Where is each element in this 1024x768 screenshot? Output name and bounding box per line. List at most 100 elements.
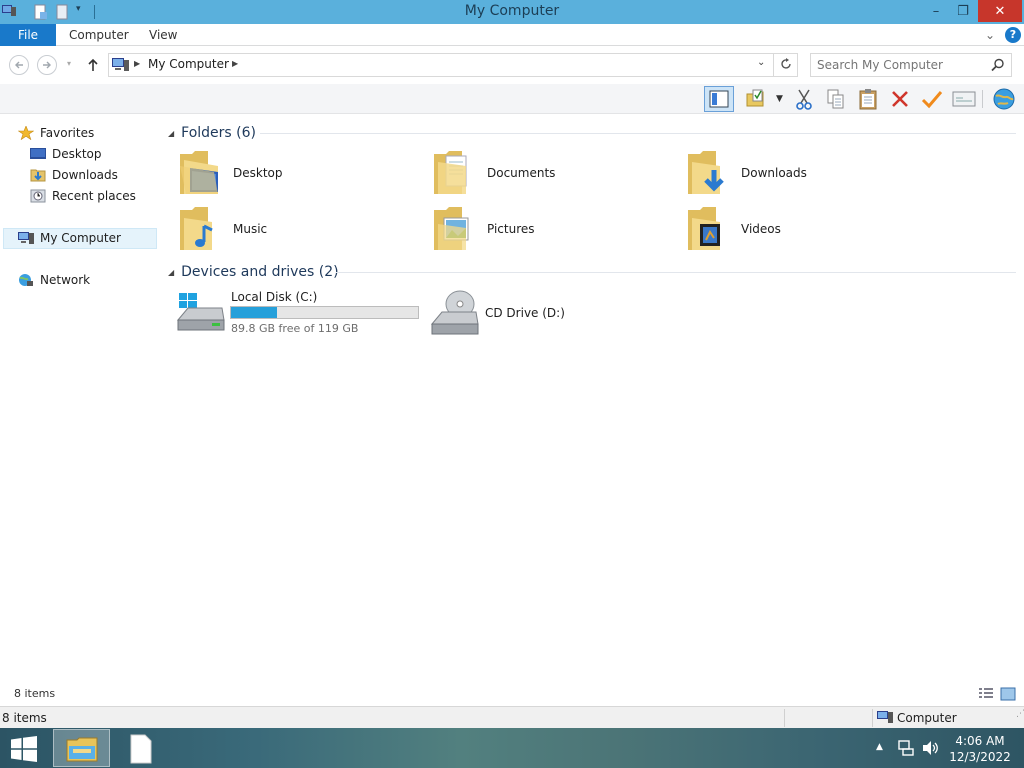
group-header-label: Folders (6): [181, 125, 256, 141]
start-button[interactable]: [6, 734, 42, 764]
refresh-icon[interactable]: [779, 57, 793, 74]
preview-pane-button[interactable]: [704, 86, 734, 112]
network-tray-icon[interactable]: [897, 739, 915, 760]
clock[interactable]: 4:06 AM 12/3/2022: [940, 733, 1020, 765]
address-dropdown-icon[interactable]: ⌄: [757, 57, 765, 68]
internet-button[interactable]: [988, 86, 1020, 112]
preview-pane-icon: [709, 90, 729, 108]
nav-item-label: Recent places: [52, 189, 136, 203]
folder-item-pictures[interactable]: Pictures: [432, 204, 682, 256]
nav-item-downloads[interactable]: Downloads: [30, 165, 118, 185]
drive-item-cd-drive[interactable]: CD Drive (D:): [430, 290, 630, 340]
tab-view[interactable]: View: [149, 24, 177, 46]
breadcrumb-chevron-icon[interactable]: ▶: [232, 59, 238, 68]
nav-item-label: Desktop: [52, 147, 102, 161]
taskbar: ▲ 4:06 AM 12/3/2022: [0, 728, 1024, 768]
folder-item-downloads[interactable]: Downloads: [686, 148, 936, 200]
group-header-devices[interactable]: ◢ Devices and drives (2): [168, 262, 339, 282]
nav-item-recent-places[interactable]: Recent places: [30, 186, 136, 206]
folder-item-music[interactable]: Music: [178, 204, 428, 256]
taskbar-document[interactable]: [118, 729, 168, 767]
nav-item-label: Network: [40, 273, 91, 287]
back-button[interactable]: [9, 55, 29, 75]
minimize-button[interactable]: –: [922, 0, 950, 22]
nav-item-label: Downloads: [52, 168, 118, 182]
rename-button[interactable]: [918, 86, 946, 112]
nav-item-my-computer[interactable]: My Computer: [18, 228, 121, 248]
nav-favorites[interactable]: Favorites: [18, 123, 94, 143]
window-status-bar: 8 items Computer ⋰: [0, 706, 1024, 728]
copy-button[interactable]: [822, 86, 850, 112]
cut-button[interactable]: [790, 86, 818, 112]
folder-options-button[interactable]: [742, 86, 770, 112]
clock-date: 12/3/2022: [949, 750, 1011, 764]
address-location[interactable]: My Computer: [148, 57, 229, 71]
clock-time: 4:06 AM: [955, 734, 1005, 748]
delete-button[interactable]: [886, 86, 914, 112]
folder-label: Pictures: [487, 222, 535, 236]
copy-icon: [827, 89, 844, 109]
group-divider: [336, 272, 1016, 273]
recent-locations-icon[interactable]: ▾: [67, 59, 71, 68]
paste-button[interactable]: [854, 86, 882, 112]
cd-drive-icon: [430, 290, 479, 335]
desktop-icon: [30, 148, 46, 159]
computer-icon: [112, 57, 130, 76]
zone-label: Computer: [897, 711, 957, 725]
large-icons-view-icon[interactable]: [1000, 687, 1016, 704]
folder-label: Music: [233, 222, 268, 236]
pictures-folder-icon: [434, 207, 469, 250]
collapse-icon[interactable]: ◢: [168, 129, 174, 138]
group-divider: [260, 133, 1016, 134]
forward-arrow-icon: [43, 61, 51, 69]
folder-label: Downloads: [741, 166, 807, 180]
folder-item-desktop[interactable]: Desktop: [178, 148, 428, 200]
file-explorer-icon: [66, 737, 98, 762]
globe-icon: [993, 88, 1015, 110]
close-button[interactable]: ✕: [978, 0, 1022, 22]
star-icon: [18, 126, 34, 140]
restore-button[interactable]: ❐: [950, 0, 976, 22]
resize-grip-icon[interactable]: ⋰: [1016, 709, 1024, 719]
nav-favorites-label: Favorites: [40, 126, 95, 140]
videos-folder-icon: [688, 207, 720, 250]
drive-name: Local Disk (C:): [231, 290, 318, 304]
disk-usage-fill: [231, 307, 277, 318]
breadcrumb-chevron-icon[interactable]: ▶: [134, 59, 140, 68]
hard-drive-icon: [176, 293, 225, 331]
computer-icon: [18, 232, 34, 244]
up-arrow-icon[interactable]: [86, 57, 100, 76]
forward-button[interactable]: [37, 55, 57, 75]
drive-item-local-disk[interactable]: Local Disk (C:) 89.8 GB free of 119 GB: [176, 290, 426, 340]
properties-button[interactable]: [950, 86, 978, 112]
group-header-folders[interactable]: ◢ Folders (6): [168, 123, 256, 143]
desktop-folder-icon: [180, 151, 218, 194]
folder-item-documents[interactable]: Documents: [432, 148, 682, 200]
title-bar[interactable]: ▾ My Computer – ❐ ✕: [0, 0, 1024, 24]
details-view-icon[interactable]: [978, 687, 994, 704]
tab-computer[interactable]: Computer: [69, 24, 129, 46]
downloads-folder-icon: [688, 151, 724, 194]
disk-usage-bar: [230, 306, 419, 319]
search-input[interactable]: [817, 57, 987, 73]
show-hidden-icons-icon[interactable]: ▲: [876, 742, 883, 752]
taskbar-file-explorer[interactable]: [53, 729, 110, 767]
nav-item-network[interactable]: Network: [18, 270, 90, 290]
nav-item-desktop[interactable]: Desktop: [30, 144, 102, 164]
help-icon[interactable]: ?: [1005, 27, 1021, 43]
folder-item-videos[interactable]: Videos: [686, 204, 936, 256]
network-icon: [19, 274, 33, 286]
music-folder-icon: [180, 207, 213, 250]
folder-options-dropdown-icon[interactable]: ▼: [776, 94, 783, 104]
collapse-icon[interactable]: ◢: [168, 268, 174, 277]
command-toolbar: ▼: [0, 84, 1024, 114]
search-box[interactable]: [810, 53, 1012, 77]
tab-file[interactable]: File: [0, 24, 56, 46]
address-bar[interactable]: ▶ My Computer ▶ ⌄: [108, 53, 798, 77]
properties-icon: [952, 91, 976, 107]
volume-icon[interactable]: [921, 739, 939, 760]
item-count-bottom: 8 items: [2, 711, 47, 725]
file-list: ◢ Folders (6) Desktop Documents Download…: [160, 115, 1024, 685]
search-icon[interactable]: [991, 58, 1005, 75]
ribbon-expand-icon[interactable]: ⌄: [985, 24, 995, 46]
